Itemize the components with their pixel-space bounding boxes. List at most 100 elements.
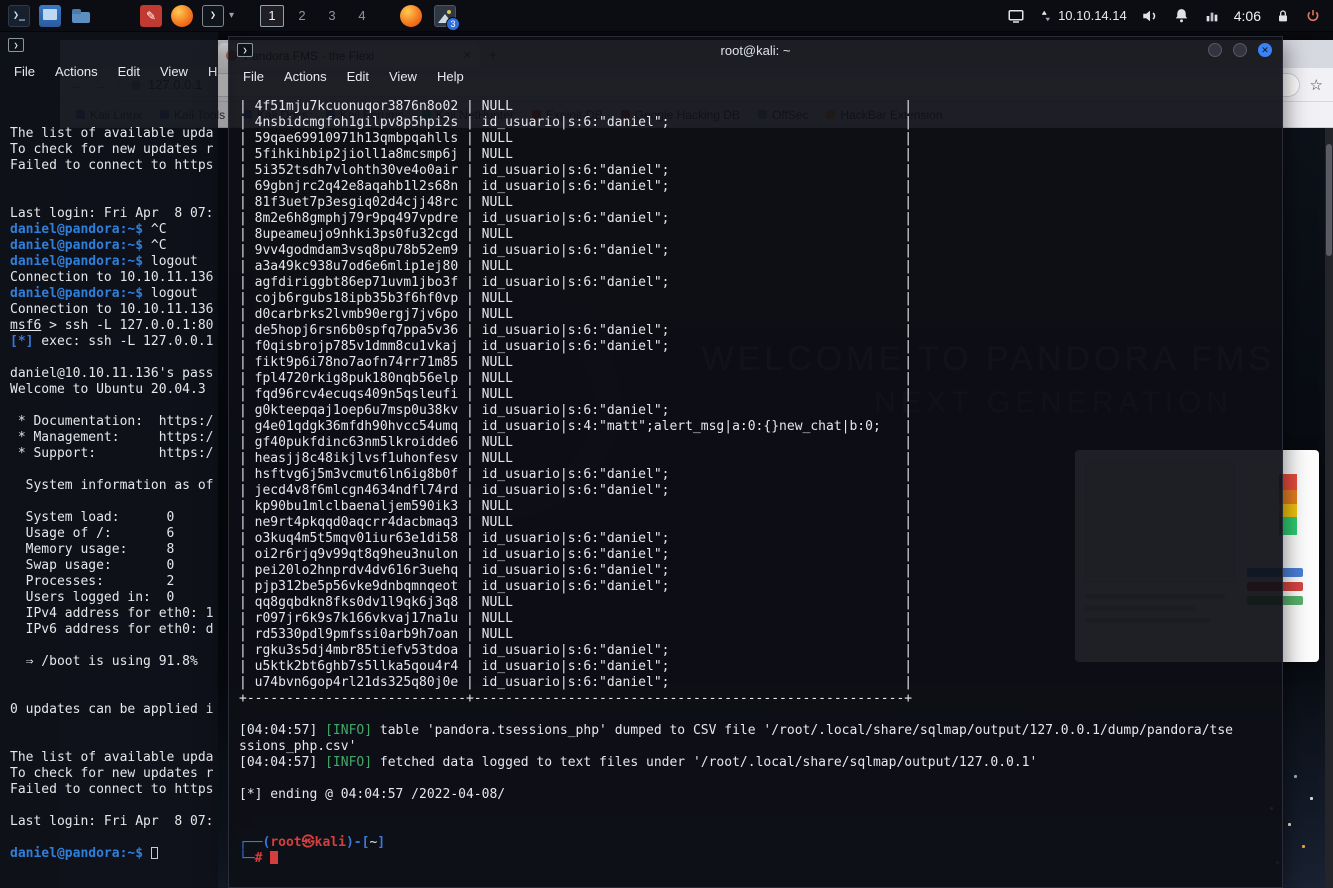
bgterm-line: Connection to 10.10.11.136 [10,302,218,318]
bgterm-line: daniel@pandora:~$ [10,846,218,862]
bgterm-menu-view[interactable]: View [160,64,188,79]
session-row: | agfdiriggbt86ep71uvm1jbo3f | id_usuari… [239,275,1282,291]
volume-icon[interactable] [1141,7,1159,25]
term-menu-actions[interactable]: Actions [284,69,327,84]
bgterm-line: Last login: Fri Apr 8 07: [10,206,218,222]
log-line: ssions_php.csv' [239,739,1282,755]
bgterm-line: Failed to connect to https [10,158,218,174]
bgterm-line: * Documentation: https:/ [10,414,218,430]
bgterm-line: System load: 0 [10,510,218,526]
bgterm-line: * Management: https:/ [10,430,218,446]
session-row: | rd5330pdl9pmfssi0arb9h7oan | NULL | [239,627,1282,643]
session-row: | 69gbnjrc2q42e8aqahb1l2s68n | id_usuari… [239,179,1282,195]
bgterm-line: daniel@10.10.11.136's pass [10,366,218,382]
vpn-ip-indicator[interactable]: 10.10.14.14 [1039,8,1127,24]
bgterm-line [10,94,218,110]
power-icon[interactable] [1305,8,1321,24]
bgterm-line: Processes: 2 [10,574,218,590]
lock-icon[interactable] [1275,8,1291,24]
maximize-button[interactable] [1233,43,1247,57]
display-settings-icon[interactable] [39,5,61,27]
bgterm-line: To check for new updates r [10,766,218,782]
session-row: | oi2r6rjq9v99qt8q9heu3nulon | id_usuari… [239,547,1282,563]
close-button[interactable]: ✕ [1258,43,1272,57]
session-row: | fqd96rcv4ecuqs409n5qsleufi | NULL | [239,387,1282,403]
bgterm-line: [*] exec: ssh -L 127.0.0.1 [10,334,218,350]
clock[interactable]: 4:06 [1234,8,1261,24]
firefox-task-icon[interactable] [400,5,422,27]
session-row: | heasjj8c48ikjlvsf1uhonfesv | NULL | [239,451,1282,467]
session-row: | gf40pukfdinc63nm5lkroidde6 | NULL | [239,435,1282,451]
session-row: | jecd4v8f6mlcgn4634ndfl74rd | id_usuari… [239,483,1282,499]
desktop: Pandora FMS - the Flexi ✕ + ← → 127.0.0.… [0,0,1333,888]
bgterm-line [10,350,218,366]
session-row: | o3kuq4m5t5mqv01iur63e1di58 | id_usuari… [239,531,1282,547]
terminal-launcher-icon[interactable]: ❯ [202,5,224,27]
session-row: | a3a49kc938u7od6e6mlip1ej80 | NULL | [239,259,1282,275]
session-row: | g4e01qdgk36mfdh90hvcc54umq | id_usuari… [239,419,1282,435]
notification-badge: 3 [446,17,460,31]
session-row: | ne9rt4pkqqd0aqcrr4dacbmaq3 | NULL | [239,515,1282,531]
screen-share-icon[interactable] [1007,7,1025,25]
scrollbar-thumb[interactable] [1326,144,1332,256]
term-menu-edit[interactable]: Edit [347,69,369,84]
text-editor-icon[interactable]: ✎ [140,5,162,27]
session-row: | 8upeameujo9nhki3ps0fu32cgd | NULL | [239,227,1282,243]
cpu-graph-icon[interactable] [1204,8,1220,24]
session-row: | g0kteepqaj1oep6u7msp0u38kv | id_usuari… [239,403,1282,419]
file-manager-icon[interactable] [70,5,92,27]
screenshot-tool-icon[interactable]: 3 [434,5,456,27]
bgterm-line: 0 updates can be applied i [10,702,218,718]
session-row: | hsftvg6j5m3vcmut6ln6ig8b0f | id_usuari… [239,467,1282,483]
launcher-dropdown-icon[interactable]: ▾ [229,10,234,21]
workspace-4[interactable]: 4 [350,5,374,27]
bgterm-line: Usage of /: 6 [10,526,218,542]
bookmark-star-icon[interactable]: ☆ [1310,76,1323,94]
page-scrollbar[interactable] [1325,128,1333,888]
minimize-button[interactable] [1208,43,1222,57]
session-row: | f0qisbrojp785v1dmm8cu1vkaj | id_usuari… [239,339,1282,355]
bgterm-line: Memory usage: 8 [10,542,218,558]
session-row: | fpl4720rkig8puk180nqb56elp | NULL | [239,371,1282,387]
root-terminal-window[interactable]: ❯ root@kali: ~ ✕ File Actions Edit View Help… [228,36,1283,888]
session-row: | cojb6rgubs18ipb35b3f6hf0vp | NULL | [239,291,1282,307]
bgterm-line: To check for new updates r [10,142,218,158]
terminal-cursor [151,847,158,859]
term-menu-file[interactable]: File [243,69,264,84]
bgterm-line [10,190,218,206]
bgterm-menu-help[interactable]: Help [208,64,218,79]
workspace-1[interactable]: 1 [260,5,284,27]
bgterm-menu-actions[interactable]: Actions [55,64,98,79]
bgterm-line: Last login: Fri Apr 8 07: [10,814,218,830]
session-row: | pei20lo2hnprdv4dv616r3uehq | id_usuari… [239,563,1282,579]
prompt-line: ┌──(root㉿kali)-[~] [239,835,1282,851]
session-row: | 59qae69910971h13qmbpqahlls | NULL | [239,131,1282,147]
workspace-switcher: 1234 [260,5,374,27]
background-terminal-window[interactable]: ❯ FileActionsEditViewHelp The list of av… [0,32,218,888]
bgterm-line: IPv6 address for eth0: d [10,622,218,638]
workspace-2[interactable]: 2 [290,5,314,27]
background-terminal-body: The list of available updaTo check for n… [0,84,218,862]
bgterm-line: daniel@pandora:~$ ^C [10,238,218,254]
term-menu-help[interactable]: Help [437,69,464,84]
term-menu-view[interactable]: View [389,69,417,84]
kali-menu-icon[interactable]: ❯_ [8,5,30,27]
bgterm-line [10,734,218,750]
terminal-body: | 4f51mju7kcuonuqor3876n8o02 | NULL || 4… [229,89,1282,867]
notifications-bell-icon[interactable] [1173,7,1190,24]
terminal-titlebar[interactable]: ❯ root@kali: ~ ✕ [229,37,1282,63]
bgterm-line: The list of available upda [10,126,218,142]
bgterm-menu-edit[interactable]: Edit [118,64,140,79]
bgterm-line: daniel@pandora:~$ ^C [10,222,218,238]
bgterm-menu-file[interactable]: File [14,64,35,79]
bgterm-line [10,830,218,846]
session-row: | pjp312be5p56vke9dnbqmnqeot | id_usuari… [239,579,1282,595]
bgterm-line [10,638,218,654]
bgterm-line: * Support: https:/ [10,446,218,462]
bgterm-line [10,110,218,126]
workspace-3[interactable]: 3 [320,5,344,27]
terminal-line [239,707,1282,723]
background-terminal-menubar: File Actions Edit View Help [0,58,218,84]
firefox-launcher-icon[interactable] [171,5,193,27]
prompt-line: └─# [239,851,1282,867]
